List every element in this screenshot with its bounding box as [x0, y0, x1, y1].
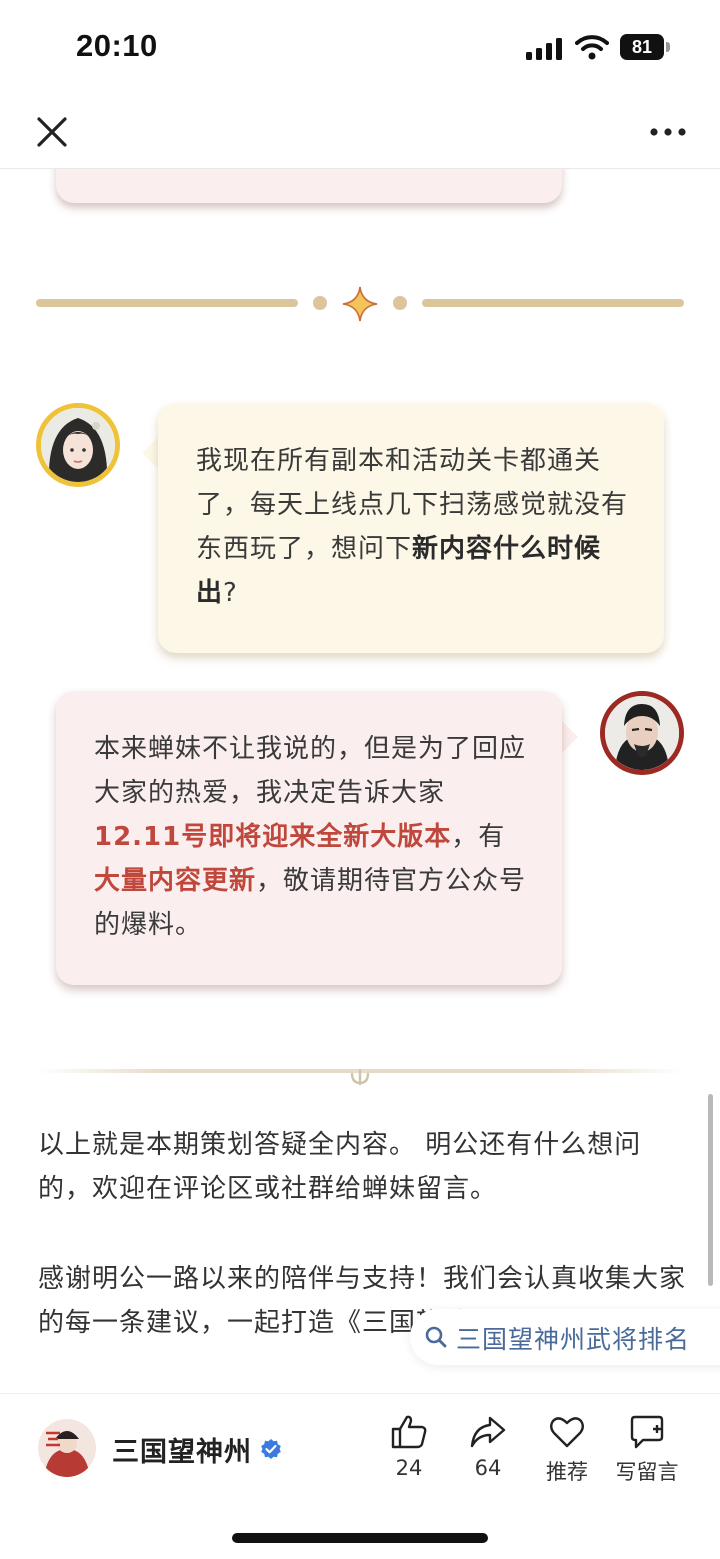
- answer-highlight-version: 12.11号即将迎来全新大版本: [94, 822, 452, 852]
- like-icon: [391, 1415, 427, 1449]
- home-indicator[interactable]: [232, 1533, 488, 1543]
- ornament-icon: [350, 1069, 370, 1085]
- divider-dot-right: [393, 296, 407, 310]
- search-icon: [425, 1326, 447, 1348]
- recommend-label: 推荐: [546, 1460, 588, 1484]
- answer-bubble-tail: [562, 721, 578, 753]
- answer-text-2: ，有: [451, 822, 506, 852]
- question-bubble-tail: [142, 437, 158, 469]
- verified-icon: [261, 1439, 281, 1459]
- status-time: 20:10: [76, 28, 158, 63]
- cellular-signal-icon: [526, 38, 562, 60]
- answer-text: 本来蝉妹不让我说的，但是为了回应大家的热爱，我决定告诉大家: [94, 734, 527, 808]
- like-button[interactable]: 24: [369, 1412, 449, 1492]
- wifi-icon: [575, 35, 609, 60]
- divider-dot-left: [313, 296, 327, 310]
- sparkle-icon: [342, 286, 378, 322]
- status-bar: 20:10 81: [0, 0, 720, 92]
- answer-bubble: 本来蝉妹不让我说的，但是为了回应大家的热爱，我决定告诉大家 12.11号即将迎来全…: [56, 691, 562, 985]
- divider-line-right: [422, 299, 684, 307]
- comment-icon: [630, 1415, 664, 1449]
- question-end: ?: [223, 578, 238, 608]
- related-search-chip[interactable]: 三国望神州武将排名: [410, 1309, 720, 1365]
- battery-icon: 81: [620, 34, 672, 60]
- share-button[interactable]: 64: [448, 1412, 528, 1492]
- comment-label: 写留言: [615, 1460, 679, 1484]
- account-avatar[interactable]: [38, 1419, 96, 1477]
- scrollbar[interactable]: [708, 1094, 713, 1286]
- divider-line-left: [36, 299, 298, 307]
- planner-avatar: [600, 691, 684, 775]
- player-avatar: [36, 403, 120, 487]
- battery-level: 81: [620, 34, 664, 60]
- close-icon[interactable]: [30, 110, 74, 154]
- like-count: 24: [395, 1456, 423, 1480]
- closing-paragraph-1: 以上就是本期策划答疑全内容。 明公还有什么想问的，欢迎在评论区或社群给蝉妹留言。: [38, 1130, 642, 1204]
- share-count: 64: [474, 1456, 502, 1480]
- previous-answer-card: [56, 169, 562, 203]
- share-icon: [470, 1416, 506, 1448]
- recommend-button[interactable]: 推荐: [527, 1412, 607, 1492]
- answer-highlight-content: 大量内容更新: [94, 866, 257, 896]
- article-content: 我现在所有副本和活动关卡都通关了，每天上线点几下扫荡感觉就没有东西玩了，想问下新…: [0, 169, 720, 1393]
- more-icon[interactable]: [644, 114, 692, 150]
- related-search-label: 三国望神州武将排名: [456, 1325, 691, 1354]
- account-name[interactable]: 三国望神州: [112, 1430, 252, 1469]
- heart-icon: [550, 1417, 584, 1448]
- nav-bar: [0, 92, 720, 169]
- bottom-bar: 三国望神州 24 64 推荐 写留言: [0, 1393, 720, 1559]
- question-bubble: 我现在所有副本和活动关卡都通关了，每天上线点几下扫荡感觉就没有东西玩了，想问下新…: [158, 403, 664, 653]
- comment-button[interactable]: 写留言: [607, 1412, 687, 1492]
